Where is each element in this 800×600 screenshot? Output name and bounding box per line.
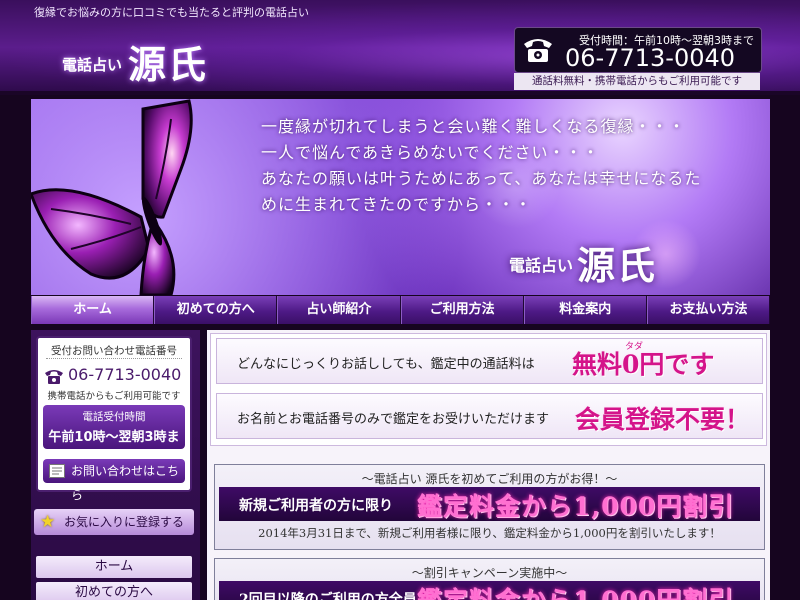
logo-big-text: 源氏 xyxy=(128,42,209,87)
inquiry-button[interactable]: お問い合わせはこちら xyxy=(43,459,185,502)
hero-message: 一度縁が切れてしまうと会い難く難しくなる復縁・・・ 一人で悩んであきらめないでく… xyxy=(261,114,701,218)
feature-free-call-highlight: 無料0円です xyxy=(572,350,715,379)
star-icon: ★ xyxy=(40,512,56,532)
sidebar-contact-card: 受付お問い合わせ電話番号 06-7713-0040 携帯電話からもご利用可能です… xyxy=(36,336,192,502)
sidebar-hours-label: 電話受付時間 xyxy=(82,411,146,423)
nav-fortune-tellers[interactable]: 占い師紹介 xyxy=(277,296,401,324)
header-phone-number[interactable]: 06-7713-0040 xyxy=(565,44,735,72)
main-nav: ホーム 初めての方へ 占い師紹介 ご利用方法 料金案内 お支払い方法 xyxy=(31,296,771,324)
campaign-highlight: 鑑定料金から1,000円割引 xyxy=(417,581,734,600)
feature-free-call-text: どんなにじっくりお話ししても、鑑定中の通話料は xyxy=(237,357,535,372)
logo-small-text: 電話占い xyxy=(62,56,123,74)
campaign-header: 〜電話占い 源氏を初めてご利用の方がお得！〜 xyxy=(361,472,618,486)
divider xyxy=(46,358,182,359)
header-free-note: 通話料無料・携帯電話からもご利用可能です xyxy=(514,73,760,90)
sidebar-nav-first-time[interactable]: 初めての方へ xyxy=(36,582,192,600)
sidebar-contact-title: 受付お問い合わせ電話番号 xyxy=(51,345,177,357)
sidebar-phone-number[interactable]: 06-7713-0040 xyxy=(68,365,181,384)
feature-no-registration-highlight: 会員登録不要！ xyxy=(575,405,751,434)
nav-payment[interactable]: お支払い方法 xyxy=(646,296,771,324)
header-phone-box[interactable]: 受付時間：午前10時〜翌朝3時まで 06-7713-0040 xyxy=(514,27,762,73)
site-tagline: 復縁でお悩みの方に口コミでも当たると評判の電話占い xyxy=(34,6,309,19)
nav-first-time[interactable]: 初めての方へ xyxy=(154,296,278,324)
campaign-discount: 〜割引キャンペーン実施中〜 2回目以降のご利用の方全員 鑑定料金から1,000円… xyxy=(214,558,765,600)
sidebar-mobile-note: 携帯電話からもご利用可能です xyxy=(47,391,181,402)
hero-logo-big: 源氏 xyxy=(577,243,658,288)
feature-no-registration: お名前とお電話番号のみで鑑定をお受けいただけます 会員登録不要！ xyxy=(216,393,763,439)
nav-home[interactable]: ホーム xyxy=(31,296,155,324)
campaign-highlight: 鑑定料金から1,000円割引 xyxy=(417,492,735,521)
hero-line: めに生まれてきたのですから・・・ xyxy=(261,195,533,214)
site-header: 復縁でお悩みの方に口コミでも当たると評判の電話占い 電話占い 源氏 受付時間：午前… xyxy=(0,0,800,95)
hero-line: 一度縁が切れてしまうと会い難く難しくなる復縁・・・ xyxy=(261,117,686,136)
campaign-bar: 新規ご利用者の方に限り 鑑定料金から1,000円割引 xyxy=(219,487,760,521)
header-contact: 受付時間：午前10時〜翌朝3時まで 06-7713-0040 通話料無料・携帯電… xyxy=(514,27,762,91)
site-logo[interactable]: 電話占い 源氏 xyxy=(62,34,208,89)
campaign-note: 2014年3月31日まで、新規ご利用者様に限り、鑑定料金から1,000円を割引い… xyxy=(258,526,721,540)
mail-icon xyxy=(49,464,65,478)
butterfly-image xyxy=(31,99,193,295)
sidebar-nav-home[interactable]: ホーム xyxy=(36,556,192,578)
campaign-header: 〜割引キャンペーン実施中〜 xyxy=(411,566,568,580)
campaign-label: 新規ご利用者の方に限り xyxy=(239,498,393,514)
nav-pricing[interactable]: 料金案内 xyxy=(523,296,647,324)
campaign-new-user: 〜電話占い 源氏を初めてご利用の方がお得！〜 新規ご利用者の方に限り 鑑定料金か… xyxy=(214,464,765,550)
telephone-icon xyxy=(45,370,63,384)
campaign-bar: 2回目以降のご利用の方全員 鑑定料金から1,000円割引 xyxy=(219,581,760,600)
campaign-label: 2回目以降のご利用の方全員 xyxy=(239,592,417,600)
hero-logo-small: 電話占い xyxy=(509,256,574,275)
nav-how-to-use[interactable]: ご利用方法 xyxy=(400,296,524,324)
add-favorite-label: お気に入りに登録する xyxy=(64,515,185,529)
feature-no-registration-text: お名前とお電話番号のみで鑑定をお受けいただけます xyxy=(237,412,550,427)
hero-line: あなたの願いは叶うためにあって、あなたは幸せになるた xyxy=(261,169,702,188)
hero-logo: 電話占い 源氏 xyxy=(509,235,657,290)
sidebar-hours-box: 電話受付時間 午前10時〜翌朝3時まで xyxy=(43,405,185,464)
add-favorite-button[interactable]: ★ お気に入りに登録する xyxy=(34,509,194,535)
hero-line: 一人で悩んであきらめないでください・・・ xyxy=(261,143,600,162)
page: 復縁でお悩みの方に口コミでも当たると評判の電話占い 電話占い 源氏 受付時間：午前… xyxy=(0,0,800,600)
telephone-icon xyxy=(524,39,552,62)
hero-banner: 一度縁が切れてしまうと会い難く難しくなる復縁・・・ 一人で悩んであきらめないでく… xyxy=(31,99,770,295)
feature-free-call: どんなにじっくりお話ししても、鑑定中の通話料は タダ 無料0円です xyxy=(216,338,763,384)
